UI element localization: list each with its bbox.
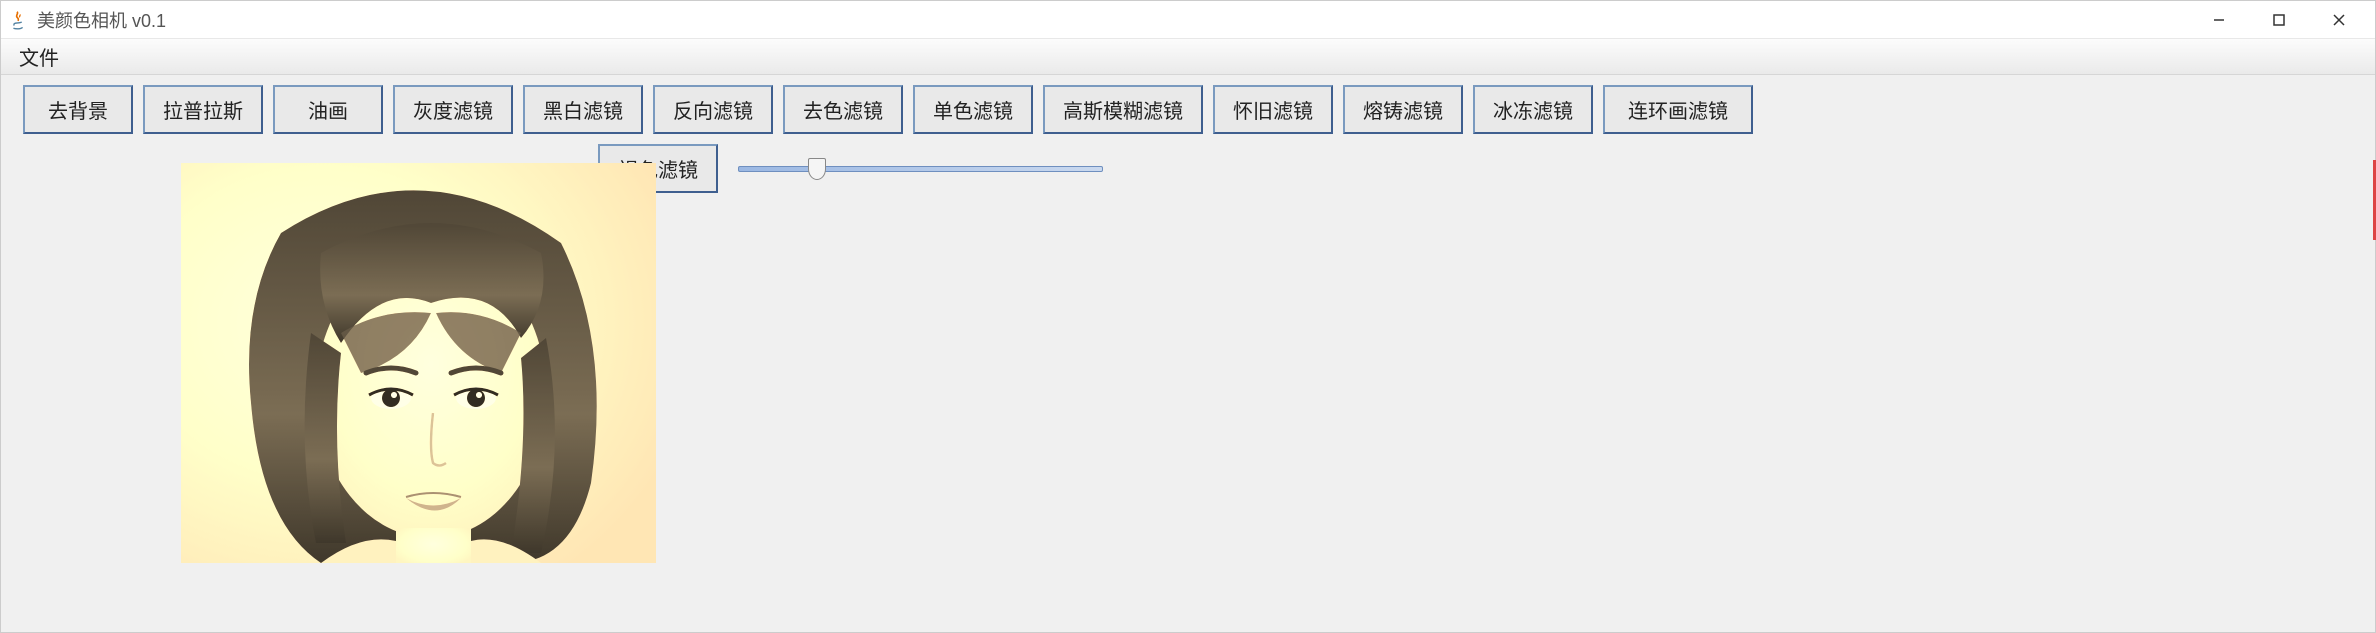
intensity-slider[interactable] (738, 157, 1103, 181)
filter-molten[interactable]: 熔铸滤镜 (1343, 85, 1463, 134)
filter-gaussian-blur[interactable]: 高斯模糊滤镜 (1043, 85, 1203, 134)
close-button[interactable] (2309, 1, 2369, 39)
maximize-button[interactable] (2249, 1, 2309, 39)
filter-invert[interactable]: 反向滤镜 (653, 85, 773, 134)
preview-image (181, 163, 656, 563)
filter-remove-bg[interactable]: 去背景 (23, 85, 133, 134)
toolbar-row-2: 褐色滤镜 (576, 140, 2375, 203)
filter-black-white[interactable]: 黑白滤镜 (523, 85, 643, 134)
filter-comic[interactable]: 连环画滤镜 (1603, 85, 1753, 134)
filter-oil-paint[interactable]: 油画 (273, 85, 383, 134)
filter-monochrome[interactable]: 单色滤镜 (913, 85, 1033, 134)
filter-toolbar: 去背景 拉普拉斯 油画 灰度滤镜 黑白滤镜 反向滤镜 去色滤镜 单色滤镜 高斯模… (1, 75, 2375, 140)
content-area (1, 203, 2375, 632)
filter-grayscale[interactable]: 灰度滤镜 (393, 85, 513, 134)
java-icon (7, 9, 29, 31)
filter-laplacian[interactable]: 拉普拉斯 (143, 85, 263, 134)
menu-file[interactable]: 文件 (11, 38, 67, 75)
filter-freeze[interactable]: 冰冻滤镜 (1473, 85, 1593, 134)
titlebar: 美颜色相机 v0.1 (1, 1, 2375, 39)
app-window: 美颜色相机 v0.1 文件 去背景 拉普拉斯 油画 灰度滤镜 黑白滤镜 反向滤镜… (0, 0, 2376, 633)
slider-track (738, 166, 1103, 172)
slider-thumb[interactable] (808, 158, 826, 180)
filter-nostalgic[interactable]: 怀旧滤镜 (1213, 85, 1333, 134)
menubar: 文件 (1, 39, 2375, 75)
window-title: 美颜色相机 v0.1 (37, 7, 166, 33)
minimize-button[interactable] (2189, 1, 2249, 39)
filter-desaturate[interactable]: 去色滤镜 (783, 85, 903, 134)
